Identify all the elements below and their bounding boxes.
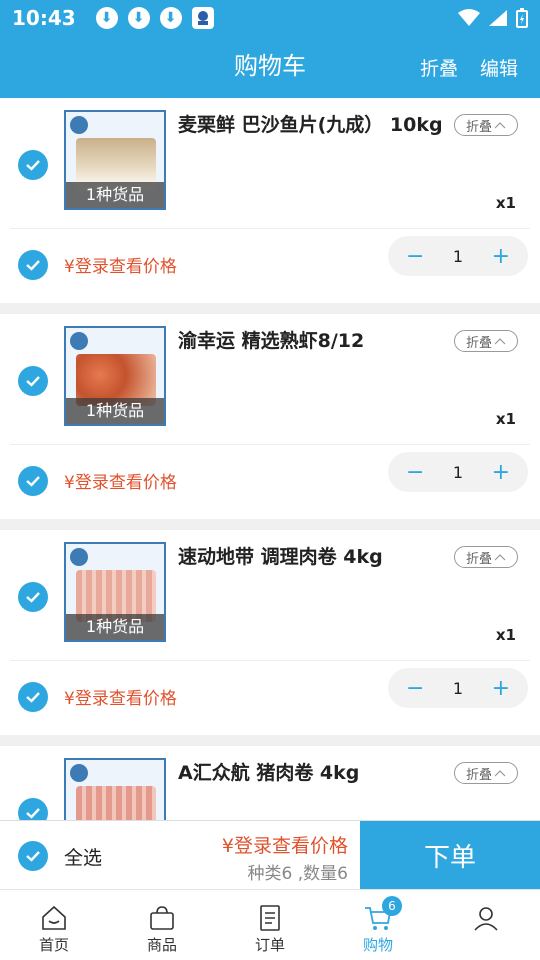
product-image[interactable]: 1种货品 [64,326,166,426]
increase-button[interactable]: + [492,460,510,485]
total-price-link[interactable]: ¥登录查看价格 [222,831,348,858]
place-order-button[interactable]: 下单 [360,821,540,890]
download-icon: ⬇ [127,7,150,29]
check-icon [26,692,40,703]
download-icon: ⬇ [159,7,182,29]
fold-label: 折叠 [465,119,492,135]
increase-button[interactable]: + [492,676,510,701]
product-title[interactable]: A汇众航 猪肉卷 4kg [178,758,448,788]
cart-item: 1种货品 渝幸运 精选熟虾8/12 折叠 x1 ¥登录查看价格 − 1 + [0,314,540,519]
check-icon [26,260,40,271]
goods-count-label: 1种货品 [66,614,164,640]
chevron-up-icon [494,338,506,345]
check-icon [26,808,40,819]
app-notification-icon [191,7,214,29]
item-checkbox[interactable] [18,582,48,612]
quantity-stepper: − 1 + [388,452,528,492]
quantity-value[interactable]: 1 [453,247,463,266]
brand-logo [70,764,88,782]
product-photo [76,786,156,820]
tab-home[interactable]: 首页 [0,890,108,960]
order-icon [260,905,280,931]
tab-label: 商品 [146,936,177,954]
item-fold-button[interactable]: 折叠 [454,114,518,136]
decrease-button[interactable]: − [406,244,424,269]
product-image[interactable]: 1种货品 [64,542,166,642]
check-icon [26,376,40,387]
cart-list[interactable]: 1种货品 麦栗鲜 巴沙鱼片(九成） 10kg 折叠 x1 ¥登录查看价格 − 1… [0,98,540,820]
check-icon [26,851,40,862]
home-icon [42,905,66,930]
quantity-value[interactable]: 1 [453,463,463,482]
check-icon [26,160,40,171]
product-image[interactable] [64,758,166,820]
item-quantity-label: x1 [495,626,516,644]
goods-count-label: 1种货品 [66,182,164,208]
decrease-button[interactable]: − [406,460,424,485]
tab-products[interactable]: 商品 [108,890,216,960]
login-price-link[interactable]: ¥登录查看价格 [64,684,177,709]
price-checkbox[interactable] [18,466,48,496]
quantity-stepper: − 1 + [388,668,528,708]
checkout-bar: 全选 ¥登录查看价格 种类6 ,数量6 下单 [0,820,540,890]
tab-cart[interactable]: 6 购物 [324,890,432,960]
item-checkbox[interactable] [18,798,48,820]
cart-summary: 种类6 ,数量6 [247,864,348,884]
check-icon [26,592,40,603]
tab-label: 购物 [362,936,393,954]
tab-label: 首页 [38,936,69,954]
cart-item: A汇众航 猪肉卷 4kg 折叠 [0,746,540,820]
brand-logo [70,548,88,566]
edit-button[interactable]: 编辑 [480,54,518,81]
status-bar: 10:43 ⬇ ⬇ ⬇ [0,0,540,36]
select-all-label[interactable]: 全选 [64,843,102,870]
item-fold-button[interactable]: 折叠 [454,546,518,568]
price-checkbox[interactable] [18,682,48,712]
cart-item: 1种货品 麦栗鲜 巴沙鱼片(九成） 10kg 折叠 x1 ¥登录查看价格 − 1… [0,98,540,303]
tab-orders[interactable]: 订单 [216,890,324,960]
cart-count-badge: 6 [382,896,402,916]
select-all-checkbox[interactable] [18,841,48,871]
app-header: 购物车 折叠 编辑 [0,36,540,98]
product-title[interactable]: 速动地带 调理肉卷 4kg [178,542,448,572]
quantity-stepper: − 1 + [388,236,528,276]
fold-all-button[interactable]: 折叠 [420,54,458,81]
goods-count-label: 1种货品 [66,398,164,424]
user-icon [474,907,498,931]
product-title[interactable]: 渝幸运 精选熟虾8/12 [178,326,448,356]
bag-icon [150,906,174,930]
quantity-value[interactable]: 1 [453,679,463,698]
check-icon [26,476,40,487]
cart-item: 1种货品 速动地带 调理肉卷 4kg 折叠 x1 ¥登录查看价格 − 1 + [0,530,540,735]
item-fold-button[interactable]: 折叠 [454,330,518,352]
download-icon: ⬇ [95,7,118,29]
brand-logo [70,116,88,134]
chevron-up-icon [494,770,506,777]
increase-button[interactable]: + [492,244,510,269]
item-fold-button[interactable]: 折叠 [454,762,518,784]
battery-icon [516,8,528,28]
brand-logo [70,332,88,350]
item-checkbox[interactable] [18,150,48,180]
item-quantity-label: x1 [495,194,516,212]
fold-label: 折叠 [465,335,492,351]
status-time: 10:43 [12,6,76,30]
wifi-icon [458,9,480,26]
item-quantity-label: x1 [495,410,516,428]
product-image[interactable]: 1种货品 [64,110,166,210]
item-checkbox[interactable] [18,366,48,396]
fold-label: 折叠 [465,767,492,783]
fold-label: 折叠 [465,551,492,567]
login-price-link[interactable]: ¥登录查看价格 [64,468,177,493]
tab-profile[interactable] [432,890,540,960]
price-checkbox[interactable] [18,250,48,280]
login-price-link[interactable]: ¥登录查看价格 [64,252,177,277]
signal-icon [489,10,507,26]
product-title[interactable]: 麦栗鲜 巴沙鱼片(九成） 10kg [178,110,448,140]
chevron-up-icon [494,122,506,129]
chevron-up-icon [494,554,506,561]
bottom-tab-bar: 首页 商品 订单 6 购物 [0,889,540,960]
tab-label: 订单 [254,936,285,954]
decrease-button[interactable]: − [406,676,424,701]
